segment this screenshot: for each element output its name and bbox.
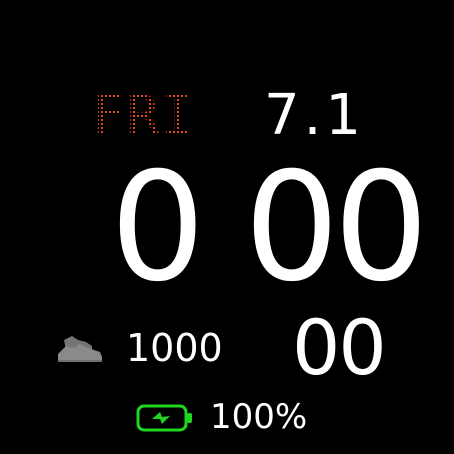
weekday-label: FRI	[92, 84, 196, 147]
battery-charging-icon	[136, 404, 192, 432]
shoe-icon	[58, 336, 102, 362]
hour-display: 0	[110, 141, 206, 315]
seconds-display: 00	[292, 303, 387, 392]
battery-percent: 100%	[210, 397, 308, 437]
steps-count: 1000	[126, 326, 223, 370]
minute-display: 00	[244, 141, 429, 315]
date-label: 7.1	[264, 83, 366, 148]
watch-face: FRI 7.1 0 00 1000 00 100%	[0, 0, 454, 454]
